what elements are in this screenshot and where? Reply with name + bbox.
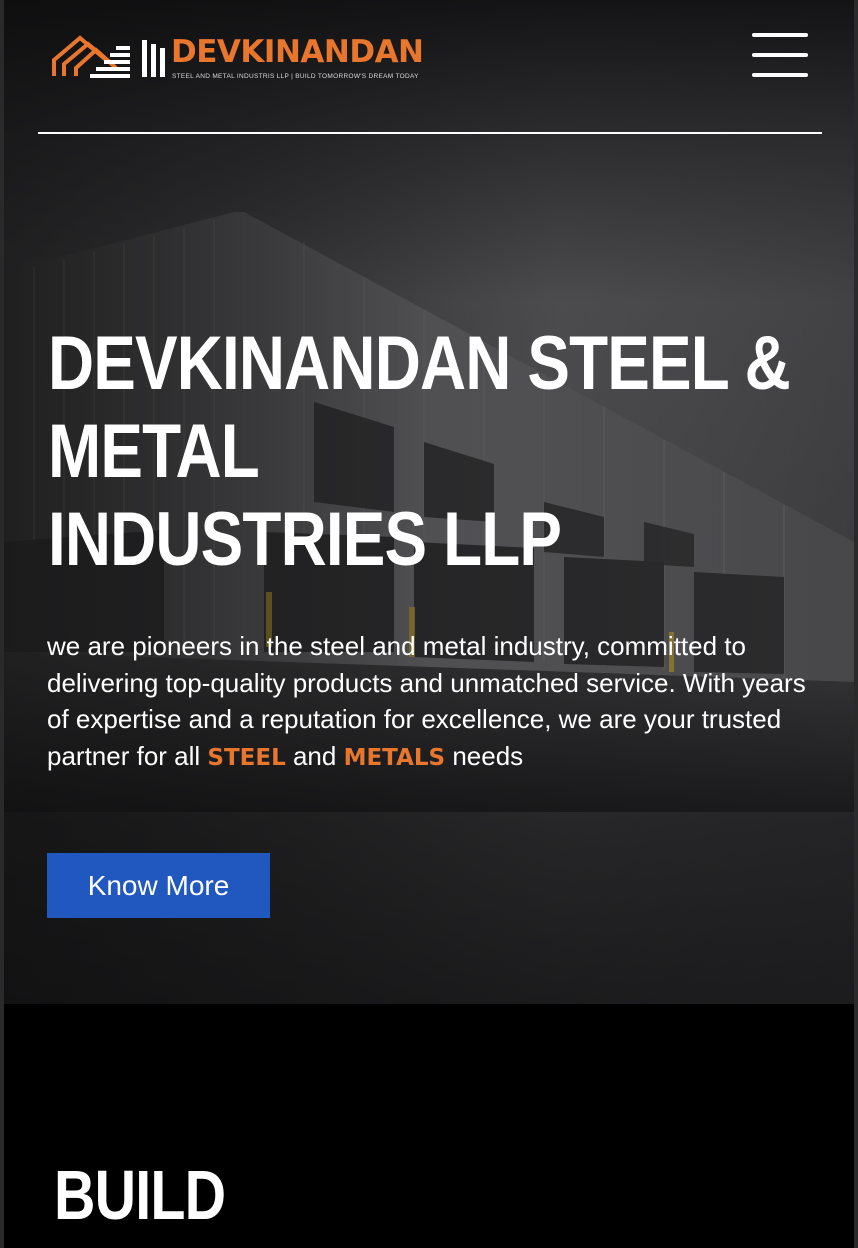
- logo-name: DEVKINANDAN: [171, 34, 424, 70]
- build-section-title: BUILD: [54, 1156, 226, 1234]
- site-logo[interactable]: DEVKINANDAN STEEL AND METAL INDUSTRIS LL…: [50, 28, 424, 84]
- know-more-button[interactable]: Know More: [47, 853, 270, 918]
- hero-title-line-1: DEVKINANDAN STEEL &: [48, 321, 791, 406]
- hamburger-menu-icon[interactable]: [750, 28, 810, 82]
- highlight-metals: METALS: [343, 744, 446, 771]
- hero-description-end: needs: [445, 740, 524, 771]
- warehouse-roof-logo-icon: [52, 35, 165, 78]
- hero-section: DEVKINANDAN STEEL AND METAL INDUSTRIS LL…: [4, 0, 854, 1004]
- hero-description: we are pioneers in the steel and metal i…: [47, 628, 817, 776]
- highlight-steel: STEEL: [207, 744, 286, 771]
- header-divider: [38, 132, 822, 134]
- logo-tagline: STEEL AND METAL INDUSTRIS LLP | BUILD TO…: [172, 73, 419, 80]
- hero-title: DEVKINANDAN STEEL & METAL INDUSTRIES LLP: [48, 320, 791, 584]
- hero-title-line-2: METAL: [48, 409, 260, 494]
- hero-description-middle: and: [285, 740, 344, 771]
- hero-title-line-3: INDUSTRIES LLP: [48, 497, 562, 582]
